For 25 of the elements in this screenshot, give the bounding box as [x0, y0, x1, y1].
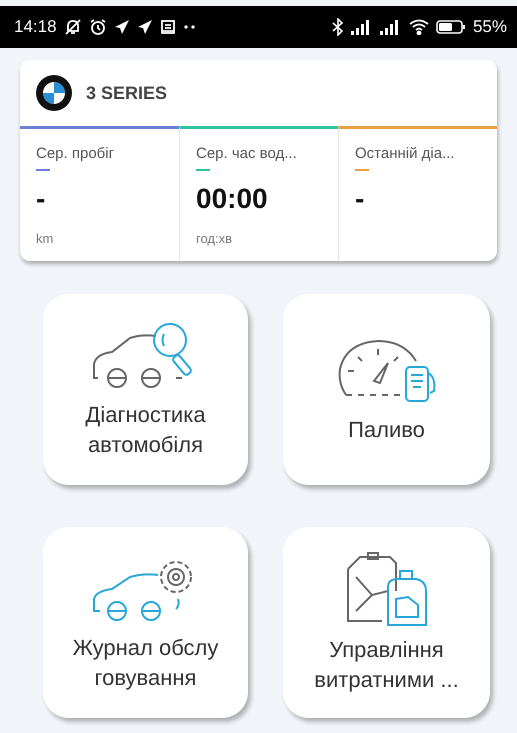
vehicle-model: 3 SERIES — [86, 82, 168, 104]
status-time: 14:18 — [14, 17, 57, 37]
wifi-icon — [408, 19, 429, 35]
send-icon — [114, 19, 130, 35]
menu-tile[interactable]: Паливо — [283, 294, 490, 485]
menu-tile[interactable]: Журнал обслу говування — [43, 527, 248, 718]
menu-tile[interactable]: Управління витратними ... — [283, 527, 490, 718]
stat-value: 00:00 — [196, 183, 269, 216]
brand-logo-icon — [36, 75, 72, 111]
notes-icon — [160, 19, 176, 35]
stat-label: Сер. пробіг — [36, 145, 116, 162]
alarm-icon — [88, 18, 107, 36]
stat-label: Останній діа... — [355, 145, 456, 162]
stat-value: - — [355, 183, 366, 216]
stat-label: Сер. час вод... — [196, 145, 298, 162]
stat-unit: год:хв — [196, 231, 234, 246]
bluetooth-icon — [332, 18, 344, 36]
stat-value: - — [36, 183, 46, 216]
stat-unit: km — [36, 231, 54, 246]
battery-icon — [436, 19, 466, 35]
battery-percent: 55% — [472, 17, 507, 37]
send-icon — [136, 19, 153, 35]
more-icon — [182, 24, 197, 30]
menu-tile[interactable]: Діагностика автомобіля — [43, 294, 248, 485]
muted-bell-icon — [64, 18, 82, 36]
